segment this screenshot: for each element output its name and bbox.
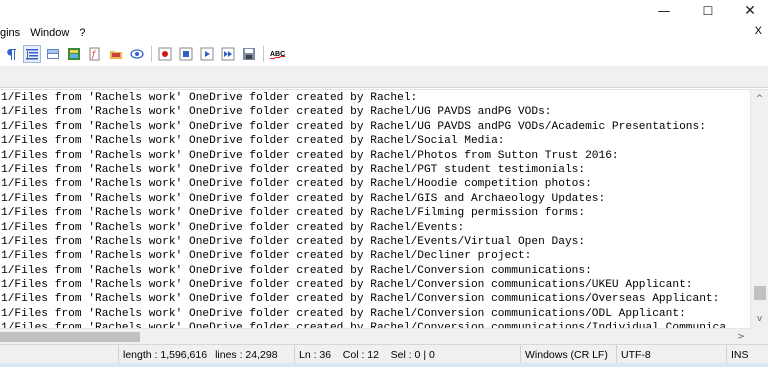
menu-window[interactable]: Window (30, 27, 69, 39)
text-line[interactable]: 1/Files from 'Rachels work' OneDrive fol… (0, 192, 750, 206)
text-line[interactable]: 1/Files from 'Rachels work' OneDrive fol… (0, 307, 750, 321)
close-document-button[interactable]: X (755, 25, 762, 37)
function-list-icon[interactable]: f (86, 45, 104, 63)
menu-bar: gins Window ? X (0, 24, 768, 42)
text-line[interactable]: 1/Files from 'Rachels work' OneDrive fol… (0, 206, 750, 220)
stop-recording-icon[interactable] (177, 45, 195, 63)
vertical-scrollbar[interactable]: ^ v (750, 90, 768, 328)
indent-guide-icon[interactable] (23, 45, 41, 63)
menu-plugins[interactable]: gins (0, 27, 20, 39)
taskbar-strip (0, 363, 768, 367)
start-recording-icon[interactable] (156, 45, 174, 63)
horizontal-scrollbar[interactable]: > (0, 328, 750, 345)
show-all-characters-icon[interactable] (2, 45, 20, 63)
minimize-button[interactable]: — (646, 0, 682, 22)
status-length-lines: length : 1,596,616 lines : 24,298 (118, 345, 294, 364)
text-line[interactable]: 1/Files from 'Rachels work' OneDrive fol… (0, 105, 750, 119)
text-line[interactable]: 1/Files from 'Rachels work' OneDrive fol… (0, 235, 750, 249)
spell-check-icon[interactable]: ABC (268, 45, 290, 63)
text-area[interactable]: 1/Files from 'Rachels work' OneDrive fol… (0, 91, 750, 329)
close-window-button[interactable]: ✕ (732, 0, 768, 22)
status-eol[interactable]: Windows (CR LF) (520, 345, 616, 364)
menu-help[interactable]: ? (79, 27, 85, 39)
text-line[interactable]: 1/Files from 'Rachels work' OneDrive fol… (0, 120, 750, 134)
save-macro-icon[interactable] (240, 45, 258, 63)
text-line[interactable]: 1/Files from 'Rachels work' OneDrive fol… (0, 177, 750, 191)
text-line[interactable]: 1/Files from 'Rachels work' OneDrive fol… (0, 221, 750, 235)
toolbar-separator (263, 46, 264, 62)
status-position: Ln : 36 Col : 12 Sel : 0 | 0 (294, 345, 520, 364)
vertical-scroll-thumb[interactable] (754, 286, 766, 300)
scroll-down-icon[interactable]: v (751, 312, 768, 326)
text-line[interactable]: 1/Files from 'Rachels work' OneDrive fol… (0, 149, 750, 163)
text-line[interactable]: 1/Files from 'Rachels work' OneDrive fol… (0, 292, 750, 306)
text-line[interactable]: 1/Files from 'Rachels work' OneDrive fol… (0, 91, 750, 105)
horizontal-scroll-thumb[interactable] (0, 332, 140, 342)
folder-as-workspace-icon[interactable] (107, 45, 125, 63)
text-line[interactable]: 1/Files from 'Rachels work' OneDrive fol… (0, 278, 750, 292)
editor-pane[interactable]: 1/Files from 'Rachels work' OneDrive fol… (0, 89, 768, 345)
toolbar-separator (151, 46, 152, 62)
tab-strip (0, 66, 768, 88)
playback-icon[interactable] (198, 45, 216, 63)
status-lines: lines : 24,298 (215, 348, 278, 361)
maximize-button[interactable]: ☐ (690, 0, 726, 22)
status-length: length : 1,596,616 (123, 348, 208, 361)
scrollbar-corner (750, 328, 768, 345)
text-line[interactable]: 1/Files from 'Rachels work' OneDrive fol… (0, 264, 750, 278)
title-bar: — ☐ ✕ (0, 0, 768, 22)
text-line[interactable]: 1/Files from 'Rachels work' OneDrive fol… (0, 163, 750, 177)
run-macro-multiple-icon[interactable] (219, 45, 237, 63)
text-line[interactable]: 1/Files from 'Rachels work' OneDrive fol… (0, 134, 750, 148)
toolbar: f ABC (0, 43, 768, 65)
status-encoding[interactable]: UTF-8 (616, 345, 726, 364)
text-line[interactable]: 1/Files from 'Rachels work' OneDrive fol… (0, 249, 750, 263)
user-defined-language-icon[interactable] (44, 45, 62, 63)
status-bar: length : 1,596,616 lines : 24,298 Ln : 3… (0, 344, 768, 364)
status-field-blank (0, 345, 118, 364)
document-map-icon[interactable] (65, 45, 83, 63)
scroll-right-icon[interactable]: > (734, 330, 748, 344)
status-insert-mode[interactable]: INS (726, 345, 768, 364)
monitoring-icon[interactable] (128, 45, 146, 63)
scroll-up-icon[interactable]: ^ (751, 92, 768, 106)
